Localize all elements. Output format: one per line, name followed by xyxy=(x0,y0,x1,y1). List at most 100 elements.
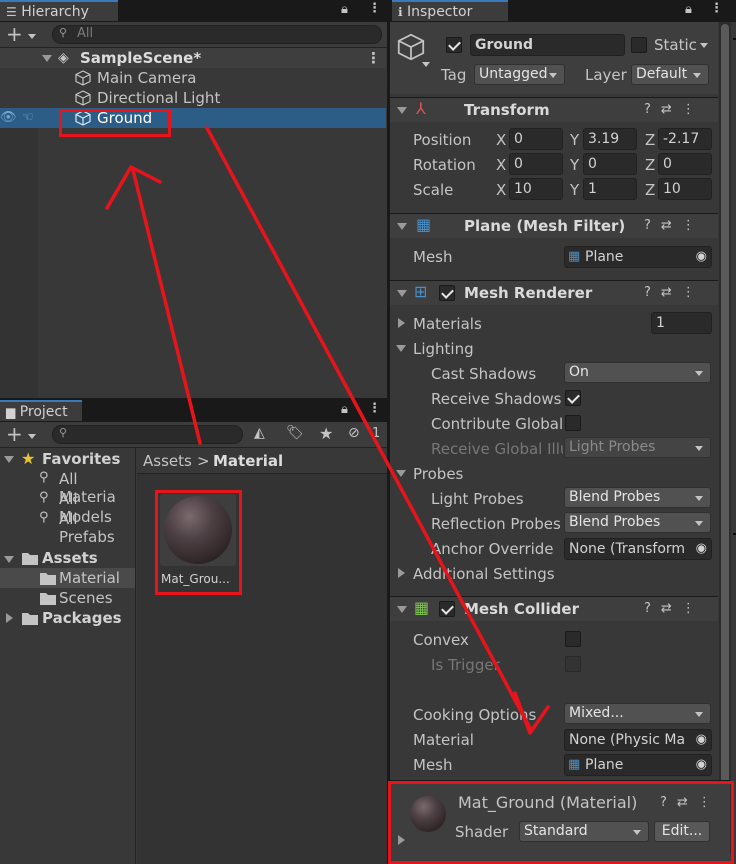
cast-shadows-dropdown[interactable]: On xyxy=(564,362,711,383)
breadcrumb-material[interactable]: Material xyxy=(213,452,283,470)
fold-arrow-icon[interactable] xyxy=(397,107,407,114)
favorites-star-icon[interactable]: ★ xyxy=(319,424,333,443)
favorite-item-prefabs[interactable]: All Prefabs xyxy=(59,510,135,546)
tag-dropdown[interactable]: Untagged xyxy=(474,64,565,85)
scale-x-field[interactable]: 10 xyxy=(509,178,563,200)
presets-icon[interactable]: ⇄ xyxy=(661,102,682,117)
rotation-y-field[interactable]: 0 xyxy=(583,153,637,175)
more-options-icon[interactable]: ⋮ xyxy=(368,401,381,416)
static-label[interactable]: Static xyxy=(654,36,697,54)
receive-shadows-checkbox[interactable] xyxy=(565,390,581,406)
packages-fold-arrow-icon[interactable] xyxy=(6,613,13,623)
static-dropdown-arrow-icon[interactable] xyxy=(700,43,708,48)
object-picker-icon[interactable]: ◉ xyxy=(696,755,707,775)
scale-z-field[interactable]: 10 xyxy=(658,178,712,200)
help-icon[interactable]: ? xyxy=(644,285,661,300)
hierarchy-item-ground[interactable]: 👁︎ ☜ Ground xyxy=(0,108,386,128)
presets-icon[interactable]: ⇄ xyxy=(661,601,682,616)
project-search-input[interactable]: ⚲ xyxy=(52,425,243,444)
object-picker-icon[interactable]: ◉ xyxy=(696,247,707,267)
mesh-filter-header[interactable]: ▦ Plane (Mesh Filter) ?⇄⋮ xyxy=(390,213,718,238)
position-y-field[interactable]: 3.19 xyxy=(583,128,637,150)
object-picker-icon[interactable]: ◉ xyxy=(695,539,707,559)
position-x-field[interactable]: 0 xyxy=(509,128,563,150)
visibility-eye-icon[interactable]: 👁︎ xyxy=(0,108,17,128)
lighting-label[interactable]: Lighting xyxy=(413,340,474,358)
materials-count-field[interactable]: 1 xyxy=(651,312,712,334)
layer-dropdown[interactable]: Default xyxy=(631,64,709,85)
fold-arrow-icon[interactable] xyxy=(396,470,406,477)
hierarchy-search-input[interactable]: ⚲ All xyxy=(52,25,382,44)
context-menu-icon[interactable]: ⋮ xyxy=(682,218,705,233)
enabled-checkbox[interactable] xyxy=(439,601,455,617)
context-menu-icon[interactable]: ⋮ xyxy=(682,102,705,117)
reflection-probes-dropdown[interactable]: Blend Probes xyxy=(564,512,711,533)
anchor-override-field[interactable]: None (Transform ◉ xyxy=(564,538,712,560)
contribute-global-checkbox[interactable] xyxy=(565,415,581,431)
scene-row[interactable]: ◈ SampleScene* ⋮ xyxy=(0,48,386,68)
presets-icon[interactable]: ⇄ xyxy=(661,285,682,300)
scale-y-field[interactable]: 1 xyxy=(583,178,637,200)
scene-menu-icon[interactable]: ⋮ xyxy=(366,48,381,68)
create-dropdown-arrow-icon[interactable] xyxy=(28,434,36,439)
mesh-object-field[interactable]: ▦ Plane ◉ xyxy=(564,246,712,268)
active-checkbox[interactable] xyxy=(446,37,462,53)
receive-gi-dropdown[interactable]: Light Probes xyxy=(564,437,711,458)
static-checkbox[interactable] xyxy=(631,37,647,53)
object-name-field[interactable]: Ground xyxy=(470,34,625,56)
favorites-label[interactable]: Favorites xyxy=(42,450,120,468)
more-options-icon[interactable]: ⋮ xyxy=(368,1,381,16)
object-picker-icon[interactable]: ◉ xyxy=(695,730,707,750)
context-menu-icon[interactable]: ⋮ xyxy=(682,601,705,616)
tab-inspector[interactable]: ℹ Inspector xyxy=(392,0,508,21)
assets-label[interactable]: Assets xyxy=(42,549,98,567)
additional-settings-label[interactable]: Additional Settings xyxy=(413,565,555,583)
icon-dropdown-arrow-icon[interactable] xyxy=(422,62,430,67)
presets-icon[interactable]: ⇄ xyxy=(661,218,682,233)
tab-project[interactable]: ▆ Project xyxy=(0,400,82,421)
mesh-collider-header[interactable]: ▦ Mesh Collider ?⇄⋮ xyxy=(390,596,718,621)
create-plus-button[interactable]: + xyxy=(6,22,23,46)
assets-fold-arrow-icon[interactable] xyxy=(4,556,14,563)
light-probes-dropdown[interactable]: Blend Probes xyxy=(564,487,711,508)
fold-arrow-icon[interactable] xyxy=(398,318,405,328)
collider-mesh-field[interactable]: ▦ Plane ◉ xyxy=(564,754,712,776)
create-plus-button[interactable]: + xyxy=(6,422,23,446)
create-dropdown-arrow-icon[interactable] xyxy=(28,34,36,39)
is-trigger-checkbox[interactable] xyxy=(565,656,581,672)
tree-item-scenes[interactable]: Scenes xyxy=(59,589,113,607)
physic-material-field[interactable]: None (Physic Ma ◉ xyxy=(564,729,712,751)
fold-arrow-icon[interactable] xyxy=(396,345,406,352)
fold-arrow-icon[interactable] xyxy=(398,568,405,578)
rotation-x-field[interactable]: 0 xyxy=(509,153,563,175)
inspector-scrollbar-thumb[interactable] xyxy=(721,24,729,854)
mesh-renderer-header[interactable]: ⊞ Mesh Renderer ?⇄⋮ xyxy=(390,280,718,305)
lock-icon[interactable]: 🔒︎ xyxy=(341,402,348,417)
fold-arrow-icon[interactable] xyxy=(397,606,407,613)
fold-arrow-icon[interactable] xyxy=(397,290,407,297)
lock-icon[interactable]: 🔒︎ xyxy=(685,2,692,17)
convex-checkbox[interactable] xyxy=(565,631,581,647)
favorites-fold-arrow-icon[interactable] xyxy=(4,456,14,463)
help-icon[interactable]: ? xyxy=(644,102,661,117)
rotation-z-field[interactable]: 0 xyxy=(658,153,712,175)
transform-header[interactable]: ⅄ Transform ?⇄⋮ xyxy=(390,97,718,122)
search-by-label-icon[interactable]: 🏷︎ xyxy=(286,425,304,441)
breadcrumb-assets[interactable]: Assets xyxy=(143,452,192,470)
help-icon[interactable]: ? xyxy=(644,218,661,233)
search-by-type-icon[interactable]: ◭ xyxy=(254,425,265,441)
materials-label[interactable]: Materials xyxy=(413,315,482,333)
pickable-hand-icon[interactable]: ☜ xyxy=(22,108,34,128)
lock-icon[interactable]: 🔒︎ xyxy=(341,2,348,17)
packages-label[interactable]: Packages xyxy=(42,609,122,627)
context-menu-icon[interactable]: ⋮ xyxy=(682,285,705,300)
fold-arrow-icon[interactable] xyxy=(397,223,407,230)
help-icon[interactable]: ? xyxy=(644,601,661,616)
hierarchy-item-directional-light[interactable]: Directional Light xyxy=(0,88,386,108)
more-options-icon[interactable]: ⋮ xyxy=(710,1,723,16)
cooking-options-dropdown[interactable]: Mixed... xyxy=(564,703,711,724)
tree-item-material[interactable]: Material xyxy=(59,569,120,587)
scene-fold-arrow-icon[interactable] xyxy=(42,55,52,62)
enabled-checkbox[interactable] xyxy=(439,285,455,301)
probes-label[interactable]: Probes xyxy=(413,465,463,483)
